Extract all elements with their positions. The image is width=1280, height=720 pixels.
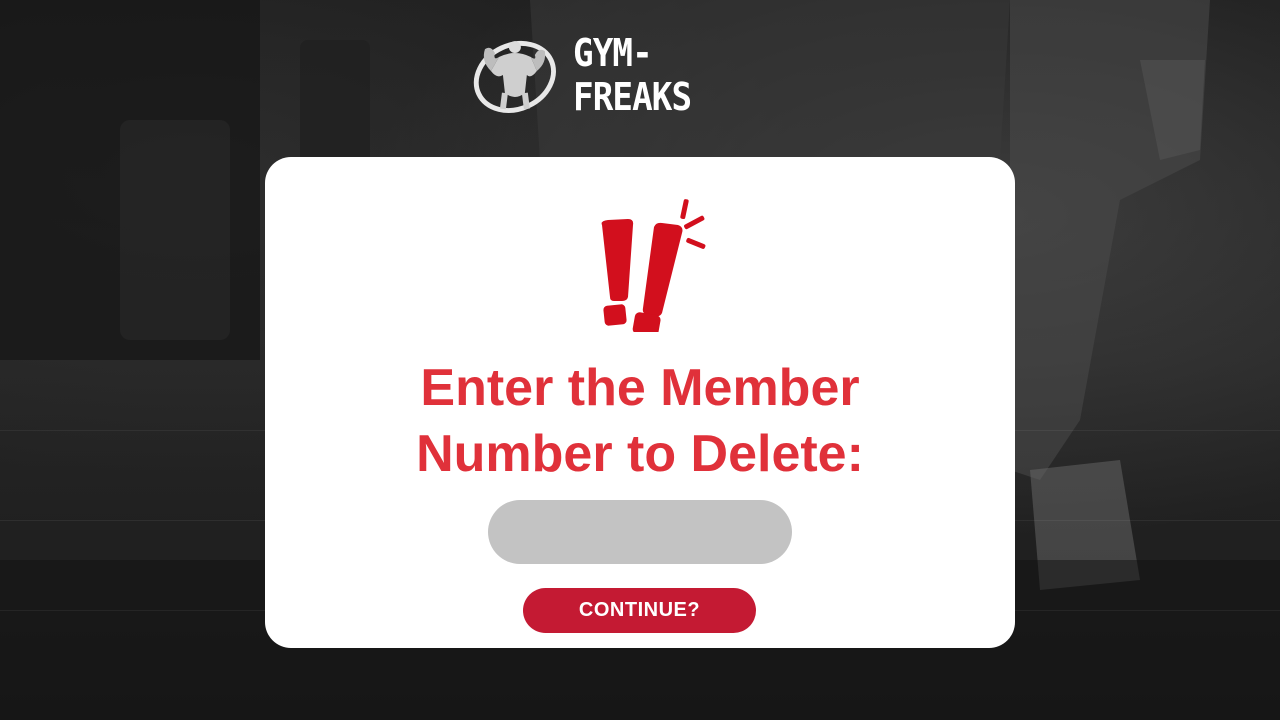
member-number-input[interactable] [488, 500, 792, 564]
delete-member-dialog: Enter the Member Number to Delete: CONTI… [265, 157, 1015, 648]
delete-prompt-heading: Enter the Member Number to Delete: [265, 355, 1015, 487]
prompt-line-1: Enter the Member [420, 359, 860, 417]
prompt-line-2: Number to Delete: [416, 425, 864, 483]
brand-name: GYM-FREAKS [572, 31, 692, 119]
continue-button[interactable]: CONTINUE? [523, 588, 756, 633]
brand-logo: GYM-FREAKS [471, 31, 791, 119]
exclamation-alert-icon [601, 199, 706, 332]
bodybuilder-logo-icon [473, 41, 556, 113]
